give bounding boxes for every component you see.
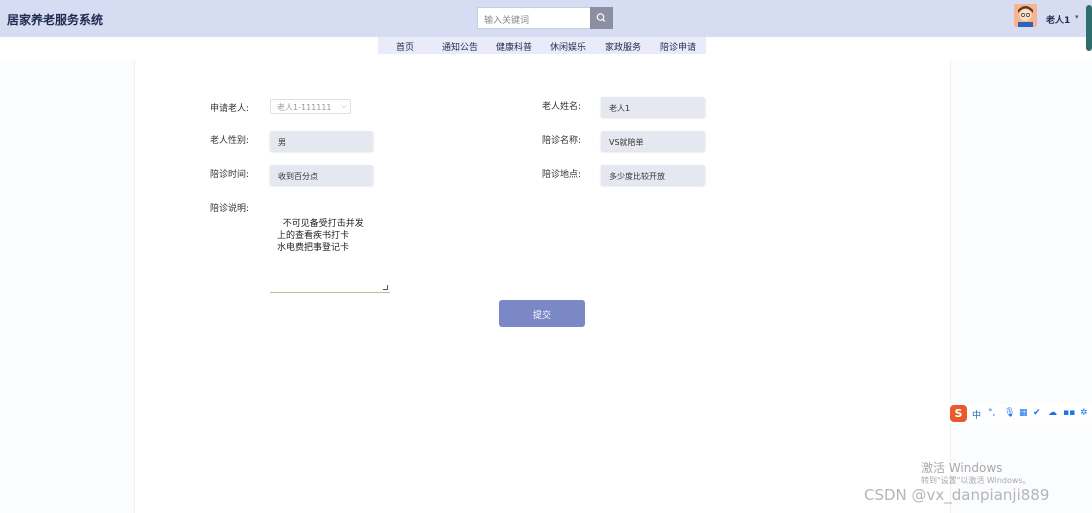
windows-activation-title: 激活 Windows xyxy=(921,461,1003,475)
escort-desc-text: 不可见备受打击并发 上的查看疾书打卡 水电费把事登记卡 xyxy=(277,219,364,253)
ime-toolbar: S 中 °, 🎙 ▦ ✔ ☁ ▪▪ ✲ xyxy=(949,404,1092,423)
elder-name-field[interactable]: 老人1 xyxy=(601,97,705,117)
avatar[interactable] xyxy=(1014,4,1037,27)
user-name[interactable]: 老人1 xyxy=(1046,13,1070,26)
submit-button[interactable]: 提交 xyxy=(499,300,585,327)
app-title: 居家养老服务系统 xyxy=(7,13,104,27)
escort-desc-label: 陪诊说明: xyxy=(210,204,250,214)
elder-name-label: 老人姓名: xyxy=(542,102,582,112)
page-margin-right xyxy=(951,60,1092,513)
chevron-down-icon: ⌵ xyxy=(340,101,347,110)
sogou-ime-icon[interactable]: S xyxy=(950,405,967,422)
escort-time-label: 陪诊时间: xyxy=(210,170,250,180)
gender-field[interactable]: 男 xyxy=(270,131,373,151)
ime-lang-toggle[interactable]: 中 xyxy=(972,408,981,421)
search-input[interactable]: 输入关键词 xyxy=(477,7,591,29)
applicant-select[interactable]: 老人1-111111 ⌵ xyxy=(270,99,351,114)
toolbox-icon[interactable]: ▪▪ xyxy=(1063,408,1075,418)
resize-handle-icon[interactable] xyxy=(383,285,388,290)
user-menu-caret-icon[interactable]: ▾ xyxy=(1075,13,1079,21)
applicant-label: 申请老人: xyxy=(210,104,250,114)
punctuation-icon[interactable]: °, xyxy=(988,408,995,418)
settings-icon[interactable]: ✲ xyxy=(1080,408,1088,418)
top-header: 居家养老服务系统 输入关键词 老人1 ▾ xyxy=(0,0,1092,51)
microphone-icon[interactable]: 🎙 xyxy=(1004,408,1015,418)
side-handle[interactable] xyxy=(1086,5,1092,51)
nav-item-home[interactable]: 首页 xyxy=(396,40,414,53)
escort-place-label: 陪诊地点: xyxy=(542,170,582,180)
nav-item-escort-apply[interactable]: 陪诊申请 xyxy=(660,40,696,53)
main-nav: 首页 通知公告 健康科普 休闲娱乐 家政服务 陪诊申请 xyxy=(378,37,706,54)
avatar-image xyxy=(1014,4,1037,27)
search-icon xyxy=(596,13,606,22)
nav-item-leisure[interactable]: 休闲娱乐 xyxy=(550,40,586,53)
skin-icon[interactable]: ✔ xyxy=(1033,408,1041,418)
csdn-watermark: CSDN @vx_danpianji889 xyxy=(864,486,1050,504)
keyboard-icon[interactable]: ▦ xyxy=(1019,408,1028,418)
nav-item-health[interactable]: 健康科普 xyxy=(496,40,532,53)
gender-label: 老人性别: xyxy=(210,136,250,146)
form-panel xyxy=(134,60,951,513)
cloud-icon[interactable]: ☁ xyxy=(1048,408,1057,418)
search-button[interactable] xyxy=(590,7,613,29)
escort-place-field[interactable]: 多少度比较开放 xyxy=(601,165,705,185)
nav-item-notices[interactable]: 通知公告 xyxy=(442,40,478,53)
nav-item-housekeeping[interactable]: 家政服务 xyxy=(605,40,641,53)
windows-activation-hint: 转到"设置"以激活 Windows。 xyxy=(921,476,1031,485)
escort-name-field[interactable]: VS就陪单 xyxy=(601,131,705,151)
applicant-select-value: 老人1-111111 xyxy=(277,103,332,112)
page-margin-left xyxy=(0,60,134,513)
escort-desc-textarea[interactable]: 不可见备受打击并发 上的查看疾书打卡 水电费把事登记卡 xyxy=(270,200,390,293)
escort-time-field[interactable]: 收到百分点 xyxy=(270,165,373,185)
escort-name-label: 陪诊名称: xyxy=(542,136,582,146)
